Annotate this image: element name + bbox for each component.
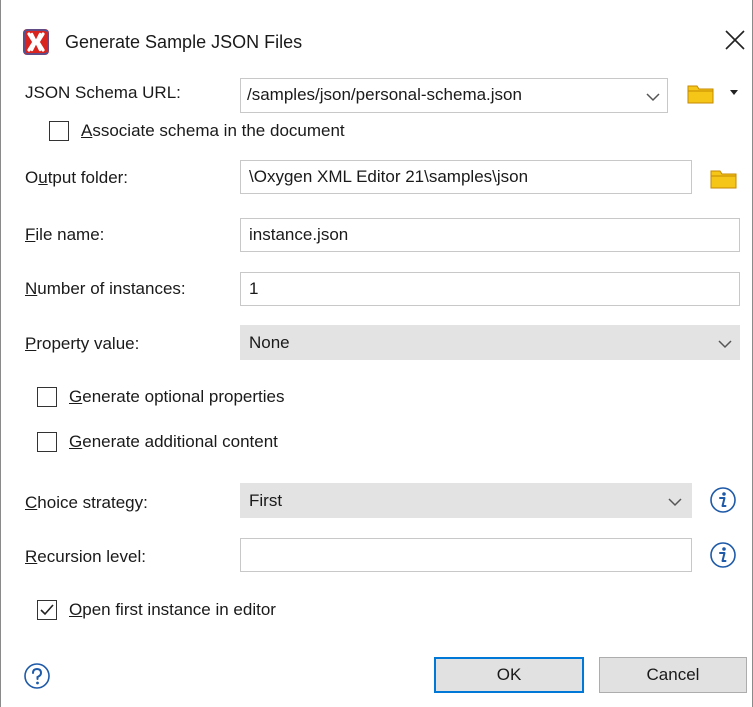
info-icon[interactable] <box>709 486 737 514</box>
mnemonic: P <box>25 334 37 353</box>
instances-input[interactable]: 1 <box>240 272 740 306</box>
label-part: O <box>25 168 39 187</box>
output-folder-input[interactable]: \Oxygen XML Editor 21\samples\json <box>240 160 692 194</box>
checkmark-icon <box>40 604 54 616</box>
additional-content-checkbox[interactable] <box>37 432 57 452</box>
property-value-label: Property value: <box>25 333 139 355</box>
schema-url-combo[interactable]: /samples/json/personal-schema.json <box>240 78 668 113</box>
optional-properties-checkbox[interactable] <box>37 387 57 407</box>
chevron-down-icon[interactable] <box>667 497 683 507</box>
file-name-label: File name: <box>25 224 104 246</box>
title-bar: Generate Sample JSON Files <box>1 0 752 66</box>
optional-properties-label: Generate optional properties <box>69 386 284 408</box>
output-folder-label: Output folder: <box>25 167 128 189</box>
folder-icon[interactable] <box>687 83 715 105</box>
choice-strategy-selected: First <box>249 490 283 510</box>
cancel-button[interactable]: Cancel <box>599 657 747 693</box>
label-part: enerate additional content <box>82 432 278 451</box>
chevron-down-icon[interactable] <box>729 89 739 97</box>
label-part: ssociate schema in the document <box>92 121 345 140</box>
mnemonic: G <box>69 432 83 451</box>
property-value-selected: None <box>249 332 290 352</box>
generate-sample-json-dialog: Generate Sample JSON Files JSON Schema U… <box>0 0 753 707</box>
label-part: umber of instances: <box>37 279 186 298</box>
associate-schema-checkbox[interactable] <box>49 121 69 141</box>
open-first-instance-checkbox[interactable] <box>37 600 57 620</box>
schema-url-label: JSON Schema URL: <box>25 83 181 102</box>
mnemonic: R <box>25 547 38 566</box>
recursion-level-label: Recursion level: <box>25 546 146 568</box>
mnemonic: u <box>38 168 48 187</box>
file-name-input[interactable]: instance.json <box>240 218 740 252</box>
help-icon[interactable] <box>23 662 51 690</box>
folder-icon[interactable] <box>710 168 738 190</box>
close-icon[interactable] <box>723 28 747 52</box>
mnemonic: C <box>25 493 38 512</box>
mnemonic: O <box>69 600 83 619</box>
oxygen-logo-icon <box>23 29 49 55</box>
property-value-select[interactable]: None <box>240 325 740 360</box>
ok-button[interactable]: OK <box>434 657 584 693</box>
mnemonic: F <box>25 225 36 244</box>
recursion-level-input[interactable] <box>240 538 692 572</box>
label-part: roperty value: <box>36 334 140 353</box>
chevron-down-icon[interactable] <box>645 92 661 102</box>
choice-strategy-select[interactable]: First <box>240 483 692 518</box>
schema-url-value: /samples/json/personal-schema.json <box>247 85 522 104</box>
dialog-title: Generate Sample JSON Files <box>65 32 303 52</box>
open-first-instance-label: Open first instance in editor <box>69 599 276 621</box>
label-part: enerate optional properties <box>82 387 285 406</box>
instances-label: Number of instances: <box>25 278 186 300</box>
additional-content-label: Generate additional content <box>69 431 278 453</box>
choice-strategy-label: Choice strategy: <box>25 492 148 514</box>
associate-schema-label: Associate schema in the document <box>81 120 345 142</box>
info-icon[interactable] <box>709 541 737 569</box>
label-part: hoice strategy: <box>37 493 148 512</box>
mnemonic: N <box>25 279 38 298</box>
mnemonic: A <box>81 121 93 140</box>
label-part: ile name: <box>35 225 105 244</box>
label-part: pen first instance in editor <box>82 600 276 619</box>
label-part: ecursion level: <box>37 547 146 566</box>
chevron-down-icon[interactable] <box>717 339 733 349</box>
mnemonic: G <box>69 387 83 406</box>
label-part: tput folder: <box>47 168 129 187</box>
